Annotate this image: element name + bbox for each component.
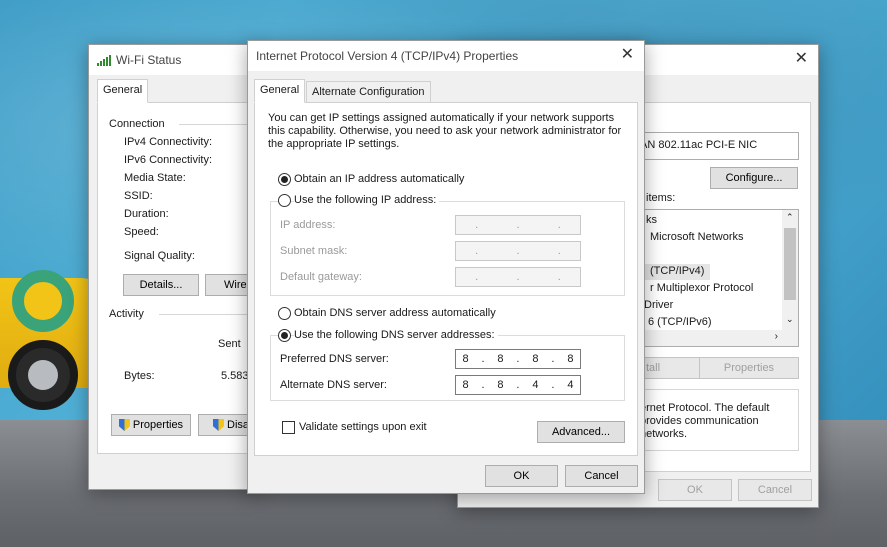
obtain-ip-auto-radio[interactable] [278,173,291,186]
default-gateway-field[interactable]: ... [455,267,581,287]
alternate-dns-octet-4[interactable]: 4 [567,379,573,391]
components-list[interactable]: ks Microsoft Networks (TCP/IPv4) r Multi… [633,209,799,347]
alternate-dns-label: Alternate DNS server: [280,379,387,391]
obtain-dns-auto-radio[interactable] [278,307,291,320]
properties-button[interactable]: Properties [111,414,191,436]
advanced-button[interactable]: Advanced... [537,421,625,443]
speed-label: Speed: [124,226,159,238]
scroll-down-icon[interactable]: ⌄ [786,314,794,325]
ipv6-connectivity-label: IPv6 Connectivity: [124,154,213,166]
scrollbar-thumb[interactable] [784,228,796,300]
signal-bars-icon [97,54,111,66]
wifi-status-titlebar[interactable]: Wi-Fi Status [89,45,257,75]
description-box: ernet Protocol. The default provides com… [633,389,799,451]
subnet-mask-field[interactable]: ... [455,241,581,261]
adapter-name-field: AN 802.11ac PCI-E NIC [633,132,799,160]
validate-settings-checkbox[interactable] [282,421,295,434]
properties-button-label: Properties [132,419,184,431]
use-following-ip-radio[interactable] [278,194,291,207]
alternate-dns-octet-2[interactable]: 8 [497,379,503,391]
scroll-right-icon[interactable]: › [775,331,778,342]
list-item[interactable]: 6 (TCP/IPv6) [648,316,712,328]
ipv4-properties-dialog[interactable]: Internet Protocol Version 4 (TCP/IPv4) P… [247,40,645,494]
preferred-dns-field[interactable]: 8. 8. 8. 8 [455,349,581,369]
uac-shield-icon [213,419,224,431]
preferred-dns-octet-2[interactable]: 8 [497,353,503,365]
tab-general[interactable]: General [254,79,306,103]
preferred-dns-octet-3[interactable]: 8 [532,353,538,365]
wifi-status-window[interactable]: Wi-Fi Status General Connection IPv4 Con… [88,44,267,490]
preferred-dns-octet-1[interactable]: 8 [462,353,468,365]
use-following-dns-radio[interactable] [278,329,291,342]
ok-button[interactable]: OK [485,465,558,487]
ipv4-dialog-titlebar[interactable]: Internet Protocol Version 4 (TCP/IPv4) P… [248,41,644,71]
wallpaper-taxi-wheel [8,340,78,410]
properties-button[interactable]: Properties [699,357,799,379]
sent-label: Sent [218,338,241,350]
subnet-mask-label: Subnet mask: [280,245,348,257]
obtain-ip-auto-label[interactable]: Obtain an IP address automatically [294,173,464,185]
bytes-label: Bytes: [124,370,155,382]
alternate-dns-field[interactable]: 8. 8. 4. 4 [455,375,581,395]
signal-quality-label: Signal Quality: [124,250,195,262]
connection-header: Connection [109,118,165,130]
default-gateway-label: Default gateway: [280,271,362,283]
use-following-dns-label[interactable]: Use the following DNS server addresses: [294,329,498,341]
duration-label: Duration: [124,208,169,220]
list-item[interactable]: ks [646,214,657,226]
obtain-dns-auto-label[interactable]: Obtain DNS server address automatically [294,307,496,319]
disable-button-label: Disa [227,419,250,431]
ip-address-field[interactable]: ... [455,215,581,235]
activity-divider [159,314,259,315]
media-state-label: Media State: [124,172,186,184]
wifi-status-title: Wi-Fi Status [116,53,182,67]
list-item[interactable]: Driver [644,299,673,311]
horizontal-scrollbar[interactable]: › [634,330,784,346]
use-following-ip-label[interactable]: Use the following IP address: [294,194,440,206]
cancel-button[interactable]: Cancel [738,479,812,501]
close-icon[interactable]: ✕ [795,51,808,67]
ipv4-dialog-title: Internet Protocol Version 4 (TCP/IPv4) P… [256,49,519,63]
list-item[interactable]: r Multiplexor Protocol [650,282,753,294]
cancel-button[interactable]: Cancel [565,465,638,487]
preferred-dns-octet-4[interactable]: 8 [567,353,573,365]
list-item[interactable]: (TCP/IPv4) [650,265,704,277]
configure-button[interactable]: Configure... [710,167,798,189]
list-item[interactable]: Microsoft Networks [650,231,744,243]
scroll-up-icon[interactable]: ⌃ [786,212,794,223]
preferred-dns-label: Preferred DNS server: [280,353,389,365]
activity-header: Activity [109,308,144,320]
adapter-name: AN 802.11ac PCI-E NIC [640,139,758,151]
list-scrollbar[interactable]: ⌃ ⌄ [782,210,798,346]
ok-button[interactable]: OK [658,479,732,501]
close-icon[interactable]: ✕ [621,47,634,63]
ip-address-label: IP address: [280,219,336,231]
ipv4-connectivity-label: IPv4 Connectivity: [124,136,213,148]
details-button[interactable]: Details... [123,274,199,296]
alternate-dns-octet-1[interactable]: 8 [462,379,468,391]
uac-shield-icon [118,419,130,431]
alternate-dns-octet-3[interactable]: 4 [532,379,538,391]
validate-settings-label[interactable]: Validate settings upon exit [299,421,427,433]
bytes-sent-value: 5.583 [221,370,249,382]
intro-text: You can get IP settings assigned automat… [268,112,622,150]
wallpaper-taxi-logo [12,270,74,332]
ssid-label: SSID: [124,190,153,202]
tab-alternate-configuration[interactable]: Alternate Configuration [306,81,431,103]
tab-general[interactable]: General [97,79,149,103]
items-label: items: [646,192,676,204]
